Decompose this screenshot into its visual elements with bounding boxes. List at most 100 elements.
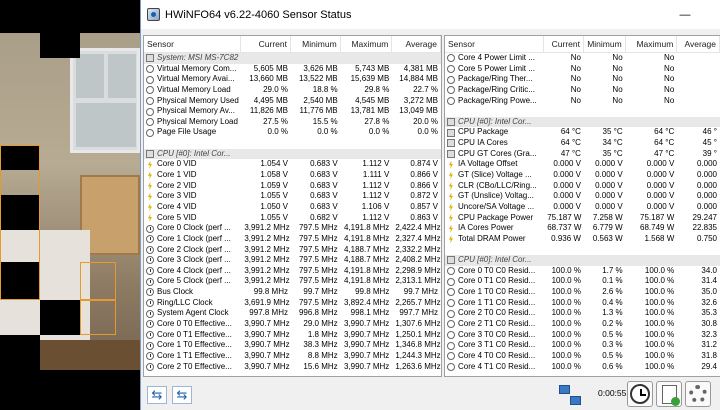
sensor-row[interactable]: Core 4 T0 C0 Resid... 100.0 % 0.5 % 100.0 %… (445, 351, 720, 362)
sensor-row[interactable]: Package/Ring Ther... No No No (445, 74, 720, 85)
sensor-row[interactable]: Core 1 T0 Effective... 3,990.7 MHz 38.3 MH… (144, 340, 441, 351)
sensor-group-header[interactable]: System: MSI MS-7C82 (144, 53, 441, 64)
sensor-row[interactable]: IA Cores Power 68.737 W 6.779 W 68.749 W 22.… (445, 223, 720, 234)
gauge-icon (447, 362, 455, 371)
sensor-row[interactable]: Core 0 T1 Effective... 3,990.7 MHz 1.8 MHz… (144, 330, 441, 341)
sensor-row[interactable]: Core 2 T0 Effective... 3,990.7 MHz 15.6 MH… (144, 362, 441, 373)
sensor-row[interactable]: Core 2 VID 1.059 V 0.683 V 1.112 V 0.866 V (144, 181, 441, 192)
sensor-group-header[interactable]: CPU [#0]: Intel Cor... (144, 148, 441, 160)
sensor-row[interactable]: Package/Ring Critic... No No No (445, 85, 720, 96)
sensor-row[interactable]: Virtual Memory Com... 5,605 MB 3,626 MB 5,7… (144, 64, 441, 75)
network-icon[interactable] (557, 383, 583, 407)
report-button[interactable] (656, 381, 682, 407)
clock-icon (146, 341, 154, 350)
sensor-row[interactable]: Core 2 Clock (perf ... 3,991.2 MHz 797.5 M… (144, 245, 441, 256)
sensor-name: Virtual Memory Load (157, 84, 231, 94)
sensor-row[interactable]: Virtual Memory Load 29.0 % 18.8 % 29.8 % 22.… (144, 85, 441, 96)
average-value: 2,313.1 MHz (395, 276, 441, 286)
sensor-row[interactable]: Core 3 Clock (perf ... 3,991.2 MHz 797.5 M… (144, 255, 441, 266)
average-value: 0.750 (696, 233, 717, 243)
sensor-name: CPU IA Cores (458, 138, 508, 148)
minimize-button[interactable]: — (668, 6, 702, 24)
sensor-row[interactable]: Virtual Memory Avai... 13,660 MB 13,522 MB… (144, 74, 441, 85)
average-value: 31.2 (701, 340, 717, 350)
sensor-row[interactable]: Core 0 T1 C0 Resid... 100.0 % 0.1 % 100.0 %… (445, 276, 720, 287)
sensor-row[interactable]: CPU GT Cores (Gra... 47 °C 35 °C 47 °C 39 ° (445, 149, 720, 160)
sensor-row[interactable]: GT (Unslice) Voltag... 0.000 V 0.000 V 0.00… (445, 191, 720, 202)
sensor-row[interactable]: CPU Package Power 75.187 W 7.258 W 75.187 W… (445, 213, 720, 224)
column-header-average[interactable]: Average (677, 36, 720, 53)
clock-icon (146, 352, 154, 361)
sensor-table-right[interactable]: Sensor Current Minimum Maximum Average C… (444, 35, 720, 377)
sensor-row[interactable]: Ring/LLC Clock 3,691.9 MHz 797.5 MHz 3,892.… (144, 298, 441, 309)
sensor-row[interactable]: Physical Memory Av... 11,826 MB 11,776 MB 1… (144, 106, 441, 117)
sensor-row[interactable]: Core 0 T0 Effective... 3,990.7 MHz 29.0 MH… (144, 319, 441, 330)
sensor-row[interactable]: Core 0 T0 C0 Resid... 100.0 % 1.7 % 100.0 %… (445, 266, 720, 277)
sensor-row[interactable]: System Agent Clock 997.8 MHz 996.8 MHz 998.… (144, 308, 441, 319)
sensor-row[interactable]: Core 4 VID 1.050 V 0.683 V 1.106 V 0.857 V (144, 202, 441, 213)
sensor-row[interactable]: Uncore/SA Voltage ... 0.000 V 0.000 V 0.000… (445, 202, 720, 213)
sensor-row[interactable]: Core 4 T1 C0 Resid... 100.0 % 0.6 % 100.0 %… (445, 362, 720, 373)
settings-button[interactable] (685, 381, 711, 407)
sensor-name-cell: Core 4 T1 C0 Resid... (445, 362, 544, 373)
sensor-name: Core 4 T1 C0 Resid... (458, 361, 536, 371)
sensor-row[interactable]: Core 3 T0 C0 Resid... 100.0 % 0.5 % 100.0 %… (445, 330, 720, 341)
sensor-row[interactable]: Core 1 T1 Effective... 3,990.7 MHz 8.8 MHz… (144, 351, 441, 362)
sensor-name-cell: CPU GT Cores (Gra... (445, 149, 544, 160)
sensor-row[interactable]: Core 1 T0 C0 Resid... 100.0 % 2.6 % 100.0 %… (445, 287, 720, 298)
sensor-row[interactable]: Core 2 T1 C0 Resid... 100.0 % 0.2 % 100.0 %… (445, 319, 720, 330)
sensor-row[interactable]: Core 3 VID 1.055 V 0.683 V 1.112 V 0.872 V (144, 191, 441, 202)
average-value: 99.7 MHz (403, 287, 438, 297)
sensor-row[interactable]: Physical Memory Used 4,495 MB 2,540 MB 4,54… (144, 96, 441, 107)
sensor-row[interactable]: Physical Memory Load 27.5 % 15.5 % 27.8 % 20… (144, 117, 441, 128)
maximum-value: 3,990.7 MHz (343, 319, 390, 329)
sensor-row[interactable]: Total DRAM Power 0.936 W 0.563 W 1.568 W 0.7… (445, 234, 720, 245)
minimum-value: 0.2 % (602, 319, 623, 329)
sensor-row[interactable]: Core 5 Clock (perf ... 3,991.2 MHz 797.5 M… (144, 276, 441, 287)
maximum-value: 100.0 % (644, 287, 675, 297)
column-header-minimum[interactable]: Minimum (584, 36, 626, 53)
maximum-value: 64 °C (654, 138, 675, 148)
sensor-name: Core 2 Clock (perf ... (157, 244, 231, 254)
sensor-row[interactable]: GT (Slice) Voltage ... 0.000 V 0.000 V 0.00… (445, 170, 720, 181)
sensor-row[interactable]: Core 5 Power Limit ... No No No (445, 64, 720, 75)
gauge-icon (146, 128, 154, 137)
column-header-current[interactable]: Current (241, 36, 291, 53)
sensor-name: Core 1 T1 C0 Resid... (458, 297, 536, 307)
sensor-row[interactable]: Core 4 Clock (perf ... 3,991.2 MHz 797.5 M… (144, 266, 441, 277)
sensor-row[interactable]: IA Voltage Offset 0.000 V 0.000 V 0.000 V 0.… (445, 159, 720, 170)
sensor-group-header[interactable]: CPU [#0]: Intel Cor... (445, 255, 720, 266)
average-value: 39 ° (702, 148, 717, 158)
sensor-group-header[interactable]: CPU [#0]: Intel Cor... (445, 116, 720, 128)
sensor-row[interactable]: Core 1 T1 C0 Resid... 100.0 % 0.4 % 100.0 %… (445, 298, 720, 309)
column-header-sensor[interactable]: Sensor (144, 36, 242, 53)
sensor-row[interactable]: Core 0 Clock (perf ... 3,991.2 MHz 797.5 M… (144, 223, 441, 234)
sensor-table-left[interactable]: Sensor Current Minimum Maximum Average S… (143, 35, 442, 377)
column-header-maximum[interactable]: Maximum (626, 36, 678, 53)
column-header-current[interactable]: Current (544, 36, 584, 53)
sensor-row[interactable]: Core 1 VID 1.058 V 0.683 V 1.111 V 0.866 V (144, 170, 441, 181)
sensor-row[interactable]: Core 3 T1 C0 Resid... 100.0 % 0.3 % 100.0 %… (445, 340, 720, 351)
sensor-row[interactable]: Core 2 T0 C0 Resid... 100.0 % 1.3 % 100.0 %… (445, 308, 720, 319)
sensor-row[interactable]: Core 0 VID 1.054 V 0.683 V 1.112 V 0.874 V (144, 159, 441, 170)
forward-arrows-button[interactable]: ⇆ (172, 386, 192, 404)
sensor-row[interactable]: Bus Clock 99.8 MHz 99.7 MHz 99.8 MHz 99.7 MH… (144, 287, 441, 298)
column-header-maximum[interactable]: Maximum (341, 36, 393, 53)
sensor-name-cell: Core 0 VID (144, 159, 241, 170)
sensor-row[interactable]: Package/Ring Powe... No No No (445, 96, 720, 107)
back-arrows-button[interactable]: ⇆ (147, 386, 167, 404)
bolt-icon (447, 225, 455, 233)
column-header-minimum[interactable]: Minimum (291, 36, 341, 53)
sensor-row[interactable]: Core 4 Power Limit ... No No No (445, 53, 720, 64)
column-header-sensor[interactable]: Sensor (445, 36, 545, 53)
sensor-row[interactable]: Core 5 VID 1.055 V 0.682 V 1.112 V 0.863 V (144, 213, 441, 224)
sensor-row[interactable]: CPU IA Cores 64 °C 34 °C 64 °C 45 ° (445, 138, 720, 149)
sensor-row[interactable]: Core 1 Clock (perf ... 3,991.2 MHz 797.5 M… (144, 234, 441, 245)
clock-button[interactable] (627, 381, 653, 407)
sensor-row[interactable]: CPU Package 64 °C 35 °C 64 °C 46 ° (445, 127, 720, 138)
sensor-row[interactable]: CLR (CBo/LLC/Ring... 0.000 V 0.000 V 0.000 … (445, 181, 720, 192)
column-header-average[interactable]: Average (392, 36, 441, 53)
minimum-value: 797.5 MHz (298, 255, 338, 265)
minimum-value: 15.6 MHz (303, 361, 338, 371)
sensor-row[interactable]: Page File Usage 0.0 % 0.0 % 0.0 % 0.0 % (144, 127, 441, 138)
